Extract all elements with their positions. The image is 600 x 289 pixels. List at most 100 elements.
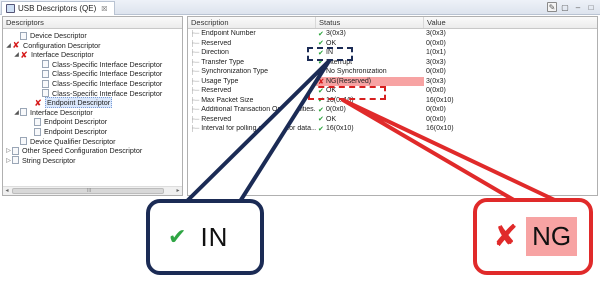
- tree-branch-icon: ├─: [190, 87, 200, 95]
- description-text: Direction: [201, 49, 229, 57]
- value-cell: 3(0x3): [426, 58, 446, 66]
- tree-item[interactable]: Device Qualifier Descriptor: [13, 137, 115, 146]
- usb-descriptors-view: USB Descriptors (QE) ☒ ✎ ▢ – □ Descripto…: [0, 0, 600, 205]
- ok-check-icon: ✔: [168, 224, 187, 249]
- status-cell: ✔ No Synchronization: [316, 68, 424, 76]
- expand-icon[interactable]: ▷: [5, 157, 12, 164]
- view-menu-icon[interactable]: ▢: [560, 2, 570, 12]
- error-icon: ✘: [12, 40, 20, 51]
- table-row[interactable]: ├─ Transfer Type ✔ Interrupt 3(0x3): [188, 58, 597, 68]
- table-row[interactable]: ├─ Additional Transaction Opportunities..…: [188, 105, 597, 115]
- description-text: Interval for polling endpoint for data..…: [201, 125, 316, 133]
- document-icon: [42, 69, 49, 78]
- view-tab-title: USB Descriptors (QE): [18, 4, 97, 13]
- collapse-icon[interactable]: ◢: [13, 51, 20, 58]
- tree-item[interactable]: Endpoint Descriptor: [27, 117, 107, 126]
- tree-item[interactable]: ◢ ✘ Interface Descriptor: [13, 50, 94, 59]
- table-row[interactable]: ├─ Reserved ✔ OK 0(0x0): [188, 86, 597, 96]
- description-text: Max Packet Size: [201, 96, 254, 104]
- collapse-icon[interactable]: ◢: [5, 42, 12, 49]
- value-cell: 3(0x3): [426, 77, 446, 85]
- tree-branch-icon: ├─: [190, 58, 200, 66]
- column-status[interactable]: Status: [316, 17, 424, 28]
- ng-cross-icon: ✘: [318, 76, 325, 86]
- column-value[interactable]: Value: [424, 17, 597, 28]
- tree-branch-icon: ├─: [190, 68, 200, 76]
- tree-item-label: Class-Specific Interface Descriptor: [52, 69, 163, 79]
- description-cell: ├─ Max Packet Size: [188, 97, 316, 104]
- expand-icon[interactable]: ▷: [5, 147, 12, 154]
- tree-item[interactable]: ✘ Endpoint Descriptor: [27, 97, 113, 109]
- description-cell: ├─ Reserved: [188, 40, 316, 47]
- document-icon: [42, 79, 49, 88]
- tree-item[interactable]: Class-Specific Interface Descriptor: [35, 69, 162, 78]
- tree-item[interactable]: Endpoint Descriptor: [27, 127, 107, 136]
- ok-check-icon: ✔: [318, 30, 324, 38]
- table-row[interactable]: ├─ Reserved ✔ OK 0(0x0): [188, 115, 597, 125]
- scroll-left-icon[interactable]: ◂: [3, 187, 11, 195]
- tree-item[interactable]: Class-Specific Interface Descriptor: [35, 60, 162, 69]
- ng-callout-text: NG: [526, 217, 578, 256]
- description-text: Reserved: [201, 87, 232, 95]
- view-tab[interactable]: USB Descriptors (QE) ☒: [1, 1, 115, 15]
- tree-item[interactable]: ◢ Interface Descriptor: [13, 108, 93, 117]
- ok-check-icon: ✔: [318, 116, 324, 124]
- scrollbar-grip-icon: III: [87, 188, 92, 194]
- table-row[interactable]: ├─ Reserved ✔ OK 0(0x0): [188, 39, 597, 49]
- value-cell: 0(0x0): [426, 87, 446, 95]
- tree-header: Descriptors: [3, 17, 182, 29]
- status-text: 0(0x0): [326, 106, 346, 114]
- tree-item[interactable]: ▷ Other Speed Configuration Descriptor: [5, 146, 142, 155]
- tree-item-label: Configuration Descriptor: [23, 40, 101, 50]
- table-row[interactable]: ├─ Endpoint Number ✔ 3(0x3) 3(0x3): [188, 29, 597, 39]
- tree-item-label: Other Speed Configuration Descriptor: [22, 146, 143, 156]
- tree-branch-icon: ├─: [190, 49, 200, 57]
- tab-close-icon[interactable]: ☒: [101, 5, 107, 13]
- document-icon: [12, 146, 19, 155]
- table-row[interactable]: ├─ Usage Type ✘ NG(Reserved) 3(0x3): [188, 76, 597, 87]
- value-cell: 1(0x1): [426, 49, 446, 57]
- usb-view-icon: [6, 4, 15, 13]
- description-cell: ├─ Synchronization Type: [188, 68, 316, 75]
- tree-branch-icon: ├─: [190, 30, 200, 38]
- status-text: No Synchronization: [326, 68, 387, 76]
- table-row[interactable]: ├─ Interval for polling endpoint for data…: [188, 124, 597, 134]
- description-cell: ├─ Transfer Type: [188, 59, 316, 66]
- description-text: Reserved: [201, 115, 232, 123]
- in-highlight-box: [307, 47, 353, 61]
- tree-item[interactable]: Class-Specific Interface Descriptor: [35, 79, 162, 88]
- tree-horizontal-scrollbar[interactable]: ◂ III ▸: [3, 186, 182, 195]
- table-row[interactable]: ├─ Max Packet Size ✔ 16(0x10) 16(0x10): [188, 96, 597, 106]
- table-row[interactable]: ├─ Direction ✔ IN 1(0x1): [188, 48, 597, 58]
- tree-branch-icon: ├─: [190, 39, 200, 47]
- status-cell: ✘ NG(Reserved): [316, 76, 424, 86]
- in-status-callout: ✔ IN: [146, 199, 264, 275]
- document-icon: [20, 137, 27, 146]
- ok-check-icon: ✔: [318, 68, 324, 76]
- table-header: Description Status Value: [188, 17, 597, 29]
- document-icon: [12, 156, 19, 165]
- value-cell: 0(0x0): [426, 106, 446, 114]
- document-icon: [42, 60, 49, 69]
- description-cell: ├─ Interval for polling endpoint for data…: [188, 125, 316, 132]
- value-cell: 0(0x0): [426, 39, 446, 47]
- error-icon: ✘: [34, 97, 42, 108]
- collapse-icon[interactable]: ◢: [13, 109, 20, 116]
- error-icon: ✘: [20, 49, 28, 60]
- scroll-right-icon[interactable]: ▸: [174, 187, 182, 195]
- tree-item[interactable]: Device Descriptor: [13, 31, 87, 40]
- table-row[interactable]: ├─ Synchronization Type ✔ No Synchronizatio…: [188, 67, 597, 77]
- description-cell: ├─ Usage Type: [188, 78, 316, 85]
- maximize-icon[interactable]: □: [586, 2, 596, 12]
- tree-item-label: Endpoint Descriptor: [44, 127, 108, 136]
- edit-icon[interactable]: ✎: [547, 2, 557, 12]
- document-icon: [20, 31, 27, 40]
- tree-item[interactable]: ◢ ✘ Configuration Descriptor: [5, 40, 101, 51]
- description-text: Additional Transaction Opportunities...: [201, 106, 316, 114]
- tree-item-label: Device Qualifier Descriptor: [30, 136, 116, 146]
- document-icon: [20, 108, 27, 117]
- minimize-icon[interactable]: –: [573, 2, 583, 12]
- tree-item[interactable]: ▷ String Descriptor: [5, 156, 75, 165]
- status-text: 16(0x10): [326, 125, 354, 133]
- column-description[interactable]: Description: [188, 17, 316, 28]
